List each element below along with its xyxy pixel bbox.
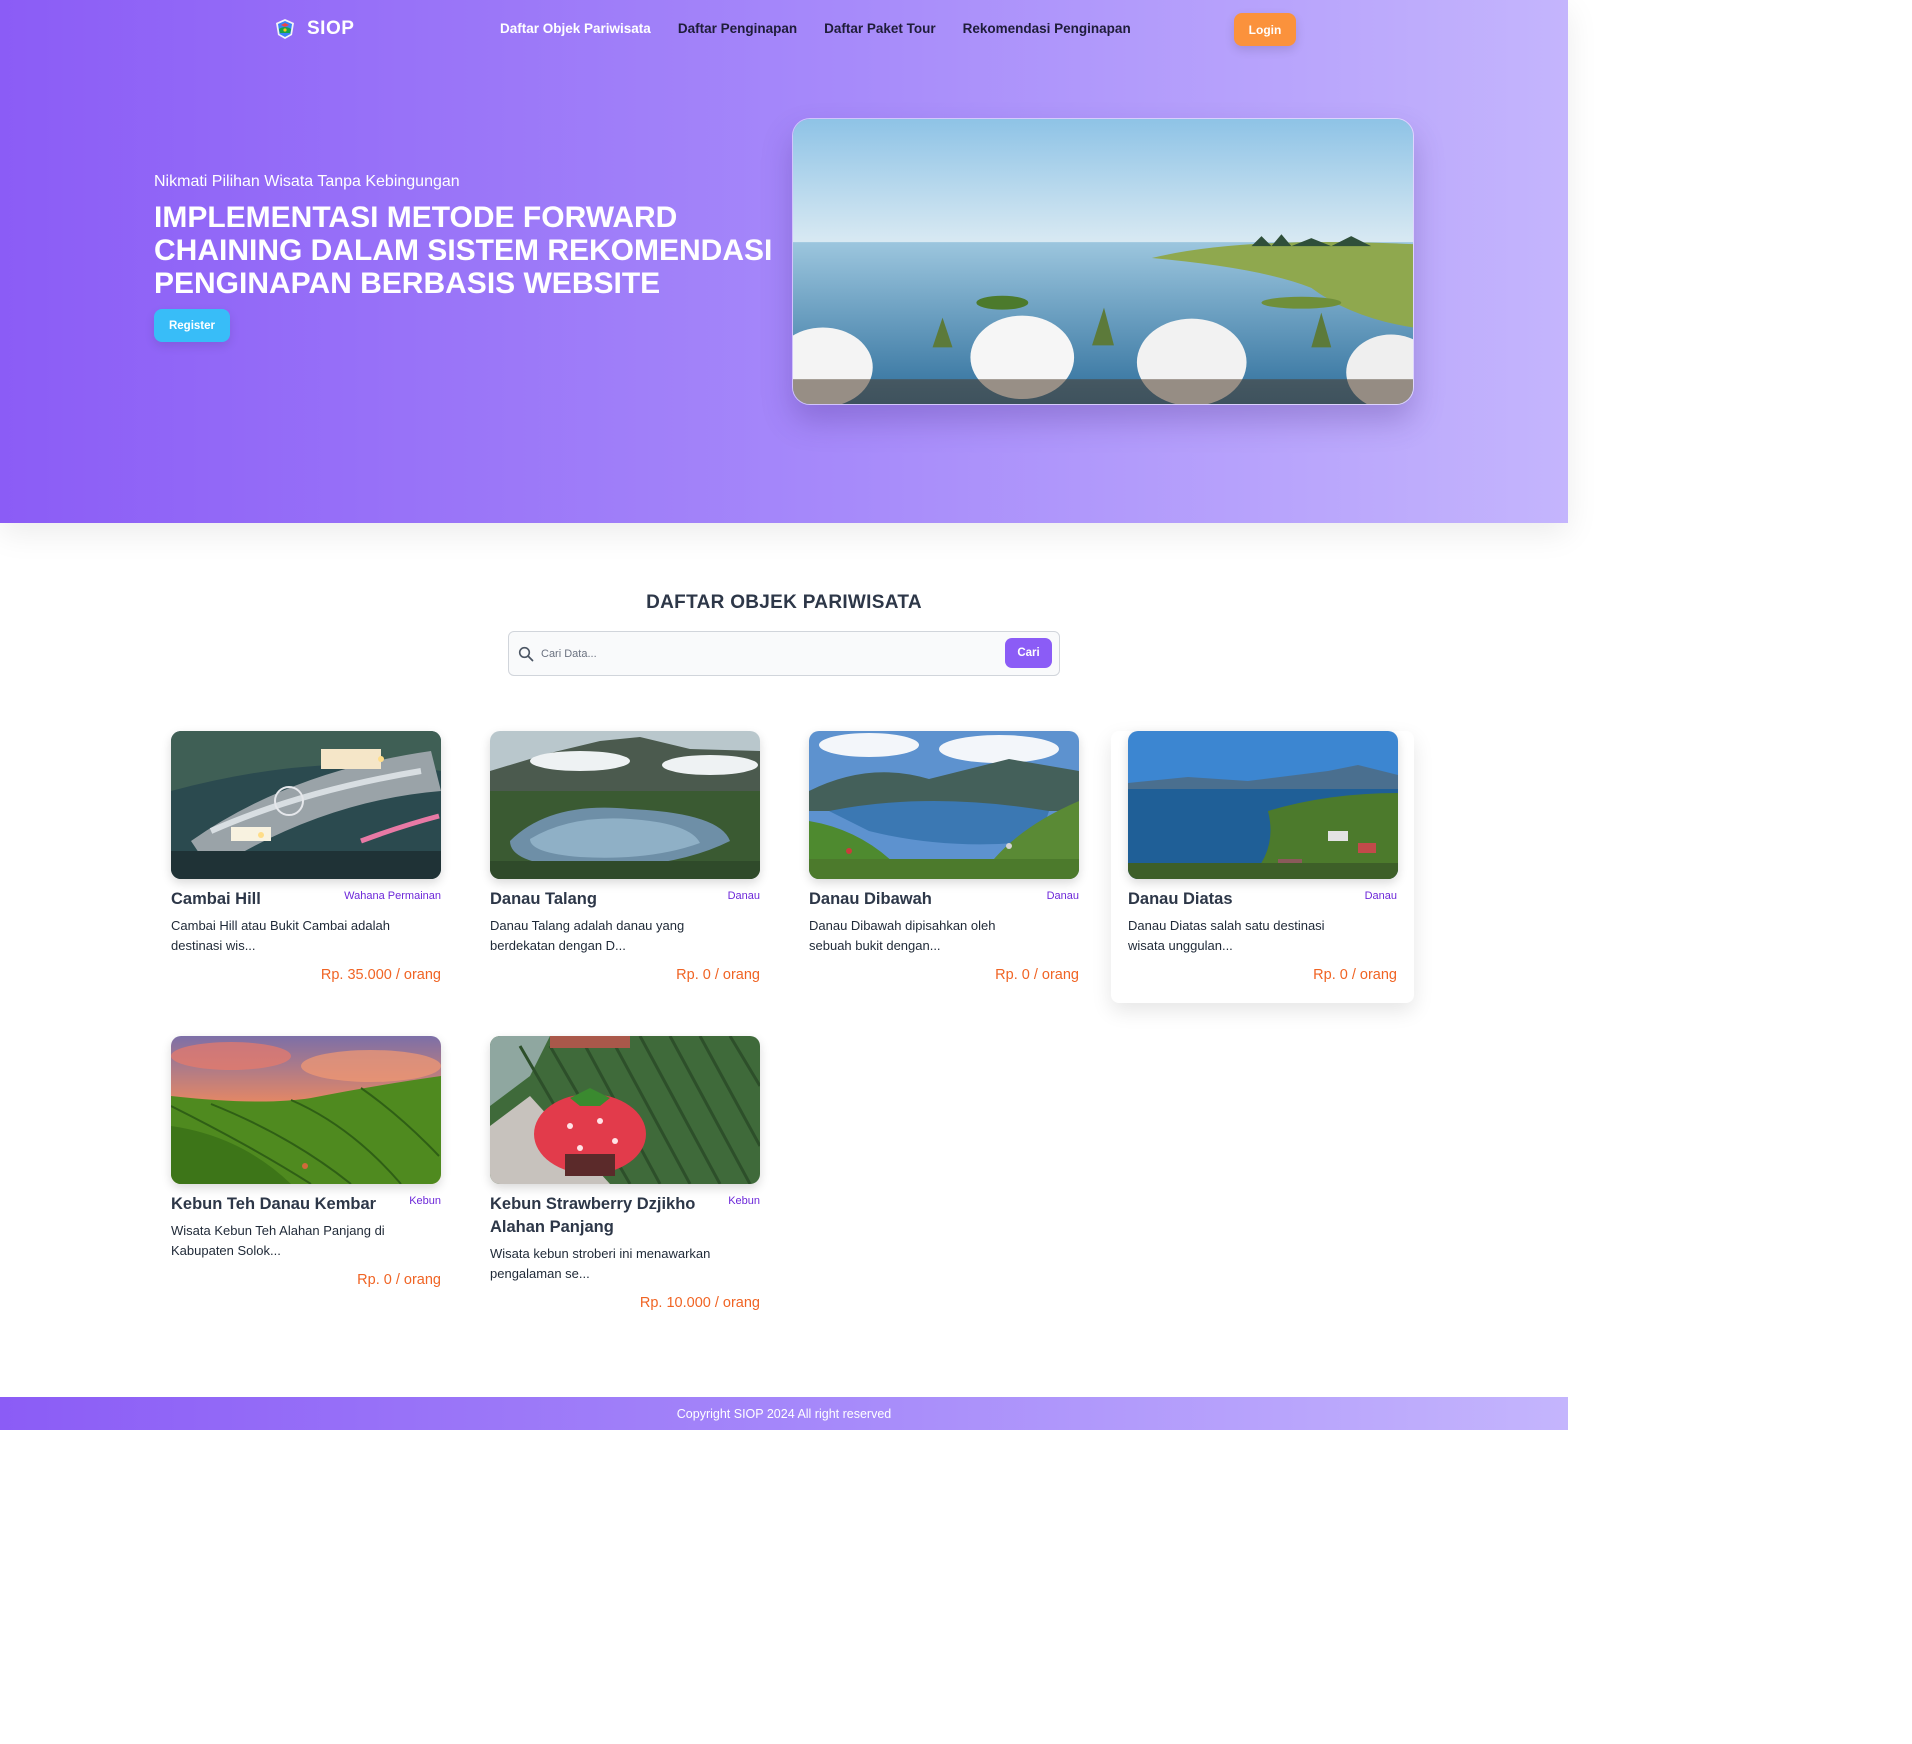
main-nav: Daftar Objek Pariwisata Daftar Penginapa… [500,21,1131,36]
card-price: Rp. 10.000 / orang [639,1295,760,1311]
card-category: Wahana Permainan [344,890,441,902]
card-category: Kebun [728,1195,760,1207]
card-image [490,1036,760,1184]
card-price: Rp. 0 / orang [995,967,1079,983]
card-description: Danau Diatas salah satu destinasi wisata… [1128,918,1325,953]
card-description: Danau Dibawah dipisahkan oleh sebuah buk… [809,918,996,953]
hero-subtitle: Nikmati Pilihan Wisata Tanpa Kebingungan [154,173,460,190]
card-price: Rp. 0 / orang [676,967,760,983]
nav-rekomendasi-penginapan[interactable]: Rekomendasi Penginapan [963,21,1131,36]
card-danau-diatas[interactable]: Danau Diatas Danau Danau Diatas salah sa… [1111,731,1414,1003]
search-input[interactable] [541,644,991,664]
card-description: Danau Talang adalah danau yang berdekata… [490,918,685,953]
card-title: Danau Diatas [1128,890,1233,908]
card-kebun-teh-danau-kembar[interactable]: Kebun Teh Danau Kembar Kebun Wisata Kebu… [171,1036,441,1288]
logo-icon [273,17,297,41]
card-price: Rp. 0 / orang [357,1272,441,1288]
card-title: Danau Dibawah [809,890,932,908]
card-description: Wisata Kebun Teh Alahan Panjang di Kabup… [171,1223,385,1258]
hero-section: SIOP Daftar Objek Pariwisata Daftar Peng… [0,0,1568,523]
section-title: DAFTAR OBJEK PARIWISATA [646,592,922,613]
card-danau-talang[interactable]: Danau Talang Danau Danau Talang adalah d… [490,731,760,983]
brand[interactable]: SIOP [273,17,354,41]
card-price: Rp. 0 / orang [1313,967,1397,983]
register-button[interactable]: Register [154,309,230,342]
footer-copyright: Copyright SIOP 2024 All right reserved [676,1406,892,1421]
card-title: Kebun Teh Danau Kembar [171,1195,377,1213]
card-title: Kebun Strawberry Dzjikho Alahan Panjang [490,1195,696,1236]
brand-name: SIOP [307,18,355,39]
card-category: Danau [1364,890,1397,902]
card-title: Danau Talang [490,890,597,908]
card-price: Rp. 35.000 / orang [320,967,441,983]
search-button[interactable]: Cari [1005,638,1052,668]
card-image [171,1036,441,1184]
card-danau-dibawah[interactable]: Danau Dibawah Danau Danau Dibawah dipisa… [809,731,1079,983]
card-image [809,731,1079,879]
nav-objek-pariwisata[interactable]: Daftar Objek Pariwisata [500,21,651,36]
card-category: Kebun [409,1195,441,1207]
card-description: Wisata kebun stroberi ini menawarkan pen… [490,1246,711,1281]
nav-penginapan[interactable]: Daftar Penginapan [678,21,797,36]
login-button[interactable]: Login [1234,13,1296,46]
card-image [171,731,441,879]
card-description: Cambai Hill atau Bukit Cambai adalah des… [171,918,390,953]
hero-image [792,118,1414,405]
card-cambai-hill[interactable]: Cambai Hill Wahana Permainan Cambai Hill… [171,731,441,983]
card-image [490,731,760,879]
card-category: Danau [727,890,760,902]
hero-title: IMPLEMENTASI METODE FORWARD CHAINING DAL… [154,201,773,300]
card-kebun-strawberry[interactable]: Kebun Strawberry Dzjikho Alahan Panjang … [490,1036,760,1311]
search-bar: Cari [508,631,1060,676]
card-category: Danau [1046,890,1079,902]
footer: Copyright SIOP 2024 All right reserved [0,1397,1568,1430]
nav-paket-tour[interactable]: Daftar Paket Tour [824,21,936,36]
search-icon [518,646,534,662]
card-image [1128,731,1398,879]
